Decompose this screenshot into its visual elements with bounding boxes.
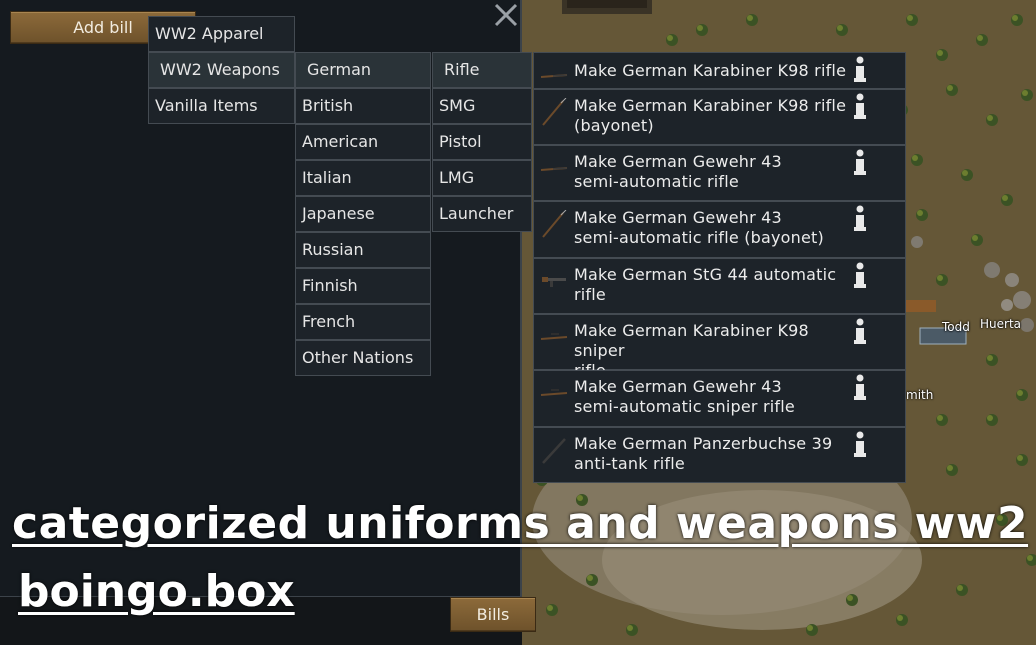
tree-highlight <box>1017 455 1023 461</box>
sniper-rifle-icon <box>540 389 568 396</box>
info-icon[interactable] <box>852 205 868 233</box>
info-icon[interactable] <box>852 318 868 346</box>
weapon-item-k98[interactable]: Make German Karabiner K98 rifle <box>533 52 906 89</box>
tree-highlight <box>1012 15 1018 21</box>
weapon-item-k98-bayonet[interactable]: Make German Karabiner K98 rifle (bayonet) <box>533 89 906 145</box>
weapon-label: Make German Karabiner K98 rifle (bayonet) <box>574 96 847 135</box>
menu-item-pistol[interactable]: Pistol <box>432 124 532 160</box>
weapon-item-g43[interactable]: Make German Gewehr 43 semi-automatic rifl… <box>533 145 906 201</box>
tree-highlight <box>547 605 553 611</box>
tree-highlight <box>667 35 673 41</box>
tree-highlight <box>627 625 633 631</box>
menu-item-japanese[interactable]: Japanese <box>295 196 431 232</box>
tree-highlight <box>947 465 953 471</box>
tree-highlight <box>1027 555 1033 561</box>
info-icon[interactable] <box>852 93 868 121</box>
menu-item-other-nations[interactable]: Other Nations <box>295 340 431 376</box>
weapon-item-stg44[interactable]: Make German StG 44 automatic rifle <box>533 258 906 314</box>
menu-item-italian[interactable]: Italian <box>295 160 431 196</box>
bayonet-rifle-icon <box>542 210 567 238</box>
menu-item-finnish[interactable]: Finnish <box>295 268 431 304</box>
tree-highlight <box>937 415 943 421</box>
tree-highlight <box>957 585 963 591</box>
menu-item-ww2-weapons[interactable]: WW2 Weapons <box>148 52 295 88</box>
tree-highlight <box>917 210 923 216</box>
menu-item-british[interactable]: British <box>295 88 431 124</box>
tree-highlight <box>987 415 993 421</box>
menu-item-russian[interactable]: Russian <box>295 232 431 268</box>
rifle-icon <box>540 167 568 171</box>
rifle-icon <box>540 74 568 78</box>
sniper-rifle-icon <box>540 333 568 340</box>
tree-highlight <box>937 50 943 56</box>
menu-item-lmg[interactable]: LMG <box>432 160 532 196</box>
tree-highlight <box>912 155 918 161</box>
info-icon[interactable] <box>852 374 868 402</box>
overlay-caption: categorized uniforms and weapons ww2 <box>12 498 1029 549</box>
info-icon[interactable] <box>852 56 868 84</box>
info-icon[interactable] <box>852 262 868 290</box>
pawn-name-smith[interactable]: mith <box>906 388 933 402</box>
info-icon[interactable] <box>852 149 868 177</box>
weapon-item-pzb39[interactable]: Make German Panzerbuchse 39 anti-tank rif… <box>533 427 906 483</box>
pawn-name-todd[interactable]: Todd <box>942 320 970 334</box>
weapon-label: Make German Panzerbuchse 39 anti-tank rif… <box>574 434 833 473</box>
tree-highlight <box>937 275 943 281</box>
tree-highlight <box>837 25 843 31</box>
weapon-item-g43-bayonet[interactable]: Make German Gewehr 43 semi-automatic rifl… <box>533 201 906 258</box>
bills-tab-button[interactable]: Bills <box>450 597 536 632</box>
weapon-label: Make German Karabiner K98 rifle <box>574 61 847 80</box>
tree-highlight <box>987 115 993 121</box>
tree-highlight <box>947 85 953 91</box>
menu-item-german[interactable]: German <box>295 52 431 88</box>
tree-highlight <box>972 235 978 241</box>
menu-item-smg[interactable]: SMG <box>432 88 532 124</box>
bayonet-rifle-icon <box>542 98 567 126</box>
tree-highlight <box>697 25 703 31</box>
menu-item-vanilla-items[interactable]: Vanilla Items <box>148 88 295 124</box>
tree-highlight <box>747 15 753 21</box>
antitank-rifle-icon <box>542 438 566 464</box>
menu-item-launcher[interactable]: Launcher <box>432 196 532 232</box>
assault-rifle-icon <box>542 277 566 287</box>
tree-highlight <box>1017 390 1023 396</box>
tree-highlight <box>1022 90 1028 96</box>
tree-highlight <box>807 625 813 631</box>
menu-item-american[interactable]: American <box>295 124 431 160</box>
weapon-item-g43-sniper[interactable]: Make German Gewehr 43 semi-automatic snip… <box>533 370 906 427</box>
tree-highlight <box>907 15 913 21</box>
tree-highlight <box>1002 195 1008 201</box>
tree-highlight <box>977 35 983 41</box>
menu-item-ww2-apparel[interactable]: WW2 Apparel <box>148 16 295 52</box>
tree-highlight <box>897 615 903 621</box>
tree-highlight <box>587 575 593 581</box>
weapon-label: Make German Gewehr 43 semi-automatic rifl… <box>574 208 824 247</box>
pawn-name-huerta[interactable]: Huerta <box>980 317 1021 331</box>
menu-item-rifle[interactable]: Rifle <box>432 52 532 88</box>
menu-item-french[interactable]: French <box>295 304 431 340</box>
close-icon[interactable] <box>493 2 519 28</box>
tree-highlight <box>847 595 853 601</box>
info-icon[interactable] <box>852 431 868 459</box>
tree-highlight <box>962 170 968 176</box>
weapon-item-k98-sniper[interactable]: Make German Karabiner K98 sniperrifle <box>533 314 906 380</box>
weapon-label: Make German StG 44 automatic rifle <box>574 265 837 304</box>
weapon-label: Make German Gewehr 43 semi-automatic snip… <box>574 377 795 416</box>
tree-highlight <box>987 355 993 361</box>
weapon-label: Make German Gewehr 43 semi-automatic rifl… <box>574 152 782 191</box>
overlay-site-name: boingo.box <box>18 566 295 617</box>
